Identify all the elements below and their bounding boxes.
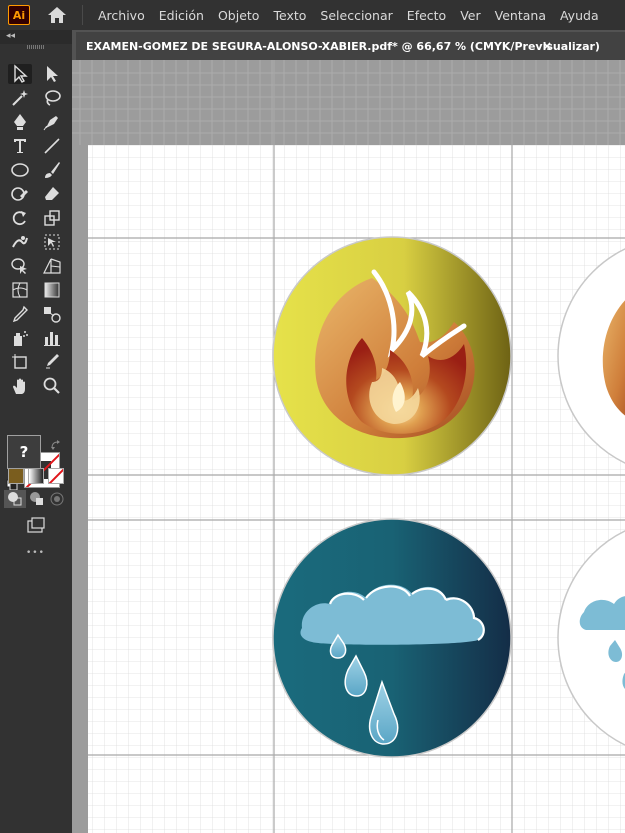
draw-behind-icon[interactable] — [26, 490, 48, 508]
document-tab-title: EXAMEN-GOMEZ DE SEGURA-ALONSO-XABIER.pdf… — [86, 39, 600, 53]
symbol-sprayer-tool-icon[interactable] — [8, 328, 32, 348]
gradient-tool-icon[interactable] — [40, 280, 64, 300]
zoom-tool-icon[interactable] — [40, 376, 64, 396]
pen-tool-icon[interactable] — [8, 112, 32, 132]
color-mode-button[interactable] — [8, 468, 24, 484]
ellipse-tool-icon[interactable] — [8, 160, 32, 180]
artboard-tool-icon[interactable] — [8, 352, 32, 372]
hand-tool-icon[interactable] — [8, 376, 32, 396]
menu-ventana[interactable]: Ventana — [488, 8, 553, 23]
selection-tool-icon[interactable] — [8, 64, 32, 84]
none-mode-button[interactable] — [48, 468, 64, 484]
draw-inside-icon[interactable] — [46, 490, 68, 508]
lasso-tool-icon[interactable] — [40, 88, 64, 108]
draw-normal-icon[interactable] — [4, 490, 26, 508]
menu-seleccionar[interactable]: Seleccionar — [313, 8, 399, 23]
magic-wand-tool-icon[interactable] — [8, 88, 32, 108]
menu-objeto[interactable]: Objeto — [211, 8, 267, 23]
perspective-grid-tool-icon[interactable] — [40, 256, 64, 276]
panel-grip[interactable] — [27, 45, 45, 49]
menu-edicion[interactable]: Edición — [152, 8, 211, 23]
menu-archivo[interactable]: Archivo — [91, 8, 152, 23]
eyedropper-tool-icon[interactable] — [8, 304, 32, 324]
home-icon[interactable] — [46, 5, 68, 25]
document-tab[interactable]: EXAMEN-GOMEZ DE SEGURA-ALONSO-XABIER.pdf… — [76, 32, 625, 60]
close-tab-icon[interactable]: × — [542, 39, 552, 53]
warp-tool-icon[interactable] — [8, 232, 32, 252]
scale-tool-icon[interactable] — [40, 208, 64, 228]
change-screen-mode-icon[interactable] — [24, 516, 48, 536]
document-tab-bar: EXAMEN-GOMEZ DE SEGURA-ALONSO-XABIER.pdf… — [72, 30, 625, 60]
rotate-tool-icon[interactable] — [8, 208, 32, 228]
slice-tool-icon[interactable] — [40, 352, 64, 372]
eraser-tool-icon[interactable] — [40, 184, 64, 204]
menu-separator — [82, 5, 83, 25]
mesh-tool-icon[interactable] — [8, 280, 32, 300]
menu-ver[interactable]: Ver — [453, 8, 487, 23]
direct-selection-tool-icon[interactable] — [40, 64, 64, 84]
edit-toolbar-icon[interactable]: ••• — [26, 548, 45, 558]
column-graph-tool-icon[interactable] — [40, 328, 64, 348]
gradient-mode-button[interactable] — [28, 468, 44, 484]
canvas-area[interactable] — [72, 60, 625, 833]
free-transform-tool-icon[interactable] — [40, 232, 64, 252]
artboard — [88, 145, 625, 833]
shaper-tool-icon[interactable] — [8, 184, 32, 204]
menu-texto[interactable]: Texto — [266, 8, 313, 23]
menu-ayuda[interactable]: Ayuda — [553, 8, 606, 23]
curvature-tool-icon[interactable] — [40, 112, 64, 132]
paintbrush-tool-icon[interactable] — [40, 160, 64, 180]
blend-tool-icon[interactable] — [40, 304, 64, 324]
line-segment-tool-icon[interactable] — [40, 136, 64, 156]
tools-panel: ◂◂ ? ••• — [0, 30, 72, 833]
illustrator-logo: Ai — [8, 5, 30, 25]
tools-panel-header: ◂◂ — [0, 30, 72, 44]
fill-color-box[interactable]: ? — [7, 435, 41, 469]
collapse-panel-icon[interactable]: ◂◂ — [6, 30, 15, 43]
menu-bar: Ai Archivo Edición Objeto Texto Seleccio… — [0, 0, 625, 30]
type-tool-icon[interactable] — [8, 136, 32, 156]
menu-efecto[interactable]: Efecto — [400, 8, 453, 23]
shape-builder-tool-icon[interactable] — [8, 256, 32, 276]
